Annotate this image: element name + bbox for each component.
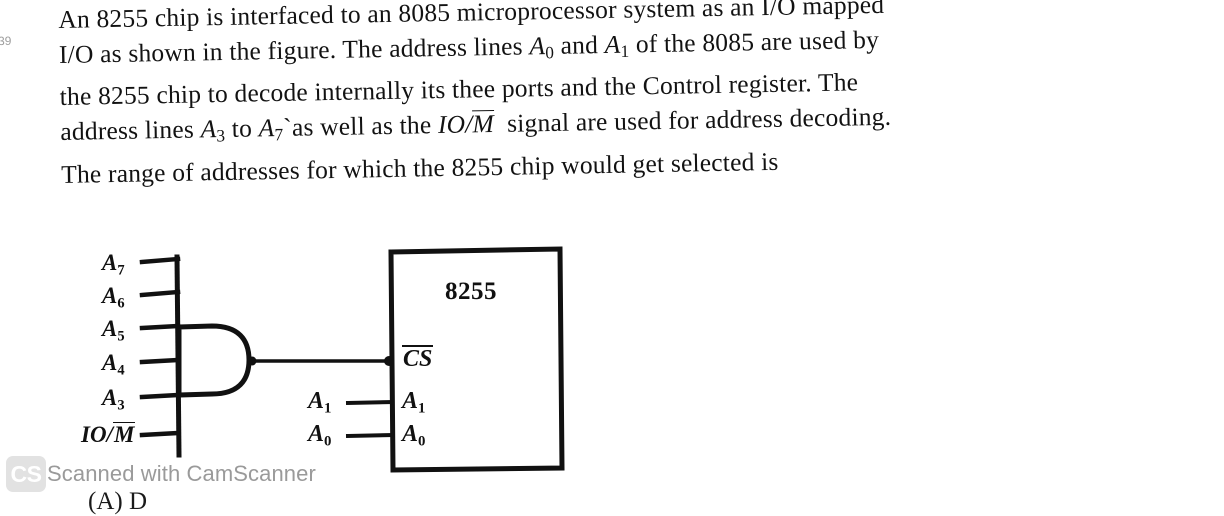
ext-label-a0: A0: [308, 421, 332, 450]
ext-label-a1: A1: [308, 388, 332, 417]
question-text-block: An 8255 chip is interfaced to an 8085 mi…: [58, 0, 1211, 192]
label-a5: A5: [102, 316, 125, 345]
wire-a1-to-chip: [345, 399, 395, 406]
clipped-option-text: (A) D: [88, 488, 148, 515]
camscanner-text: Scanned with CamScanner: [47, 461, 316, 486]
label-a6: A6: [102, 283, 125, 312]
label-a3: A3: [102, 385, 125, 414]
and-gate-body: [176, 323, 252, 398]
input-line-a3: [139, 392, 181, 400]
wire-a0-to-chip: [345, 432, 395, 439]
label-a4: A4: [102, 350, 125, 379]
label-a7: A7: [102, 250, 125, 279]
pin-label-cs: CS: [402, 345, 434, 372]
input-line-a4: [139, 357, 181, 365]
pin-label-a1: A1: [402, 388, 426, 417]
input-line-a7: [139, 256, 181, 265]
camscanner-logo-icon: CS: [6, 456, 46, 492]
camscanner-watermark: CS Scanned with CamScanner: [6, 456, 316, 492]
input-line-iom: [139, 430, 181, 438]
input-line-a5: [139, 323, 181, 331]
label-iom: IO/M: [81, 422, 136, 447]
page-margin-mark: 39: [0, 33, 12, 49]
pin-label-a0: A0: [402, 421, 426, 450]
input-line-a6: [139, 289, 181, 298]
chip-title-8255: 8255: [445, 278, 497, 305]
